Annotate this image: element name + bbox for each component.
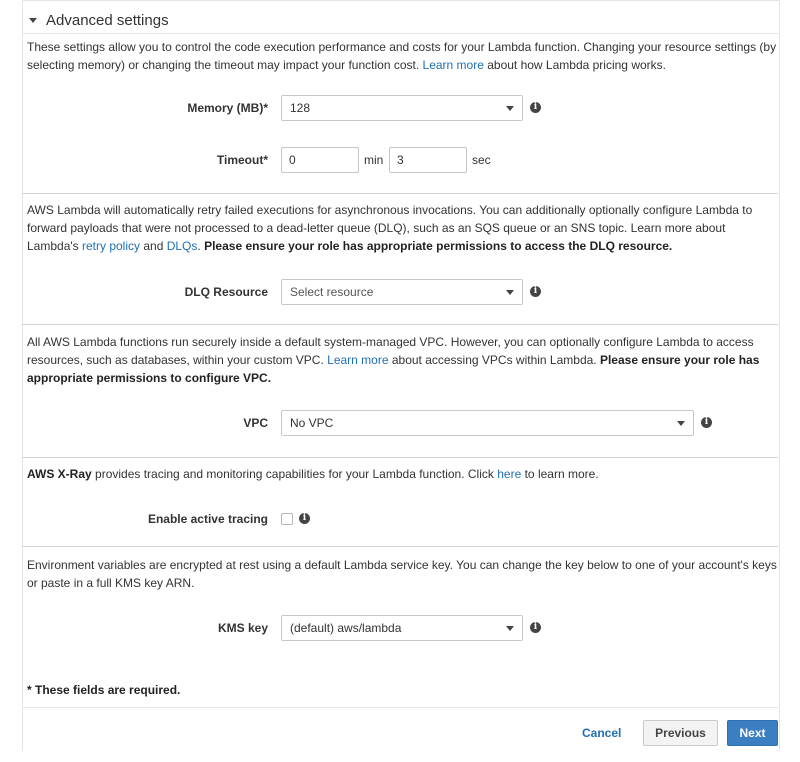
vpc-description: All AWS Lambda functions run securely in… <box>27 335 760 385</box>
chevron-down-icon <box>506 290 514 295</box>
memory-label: Memory (MB)* <box>187 101 268 115</box>
resource-settings-description: These settings allow you to control the … <box>27 40 777 72</box>
timeout-label: Timeout* <box>216 153 268 167</box>
tracing-info-icon[interactable]: i <box>299 513 310 524</box>
vpc-learn-more-link[interactable]: Learn more <box>327 353 388 367</box>
previous-button[interactable]: Previous <box>643 720 718 746</box>
memory-info-icon[interactable]: i <box>530 102 541 113</box>
pricing-learn-more-link[interactable]: Learn more <box>423 58 484 72</box>
divider <box>22 324 778 325</box>
active-tracing-label: Enable active tracing <box>147 512 268 526</box>
dlq-resource-select[interactable]: Select resource <box>281 279 523 305</box>
timeout-minutes-input[interactable]: 0 <box>281 147 359 173</box>
divider <box>22 546 778 547</box>
seconds-unit: sec <box>472 153 491 167</box>
cancel-button[interactable]: Cancel <box>582 725 621 741</box>
caret-down-icon <box>29 18 37 23</box>
divider <box>22 33 778 34</box>
environment-encryption-description: Environment variables are encrypted at r… <box>27 558 777 590</box>
divider <box>22 457 778 458</box>
vpc-select[interactable]: No VPC <box>281 410 694 436</box>
timeout-seconds-input[interactable]: 3 <box>389 147 467 173</box>
xray-here-link[interactable]: here <box>497 467 521 481</box>
divider <box>22 193 778 194</box>
vpc-label: VPC <box>243 416 268 430</box>
retry-policy-link[interactable]: retry policy <box>82 239 140 253</box>
memory-select[interactable]: 128 <box>281 95 523 121</box>
minutes-unit: min <box>364 153 384 167</box>
section-title: Advanced settings <box>46 11 169 29</box>
next-button[interactable]: Next <box>727 720 778 746</box>
dlq-resource-label: DLQ Resource <box>184 285 268 299</box>
chevron-down-icon <box>506 626 514 631</box>
active-tracing-checkbox[interactable] <box>281 513 293 525</box>
chevron-down-icon <box>506 106 514 111</box>
xray-description: AWS X-Ray provides tracing and monitorin… <box>27 467 599 481</box>
dlqs-link[interactable]: DLQs <box>167 239 198 253</box>
chevron-down-icon <box>677 421 685 426</box>
kms-info-icon[interactable]: i <box>530 622 541 633</box>
advanced-settings-toggle[interactable]: Advanced settings <box>29 7 169 33</box>
divider <box>22 707 778 708</box>
dlq-description: AWS Lambda will automatically retry fail… <box>27 203 753 253</box>
dlq-info-icon[interactable]: i <box>530 286 541 297</box>
vpc-info-icon[interactable]: i <box>701 417 712 428</box>
required-fields-note: * These fields are required. <box>27 683 181 697</box>
kms-key-select[interactable]: (default) aws/lambda <box>281 615 523 641</box>
kms-key-label: KMS key <box>217 621 268 635</box>
